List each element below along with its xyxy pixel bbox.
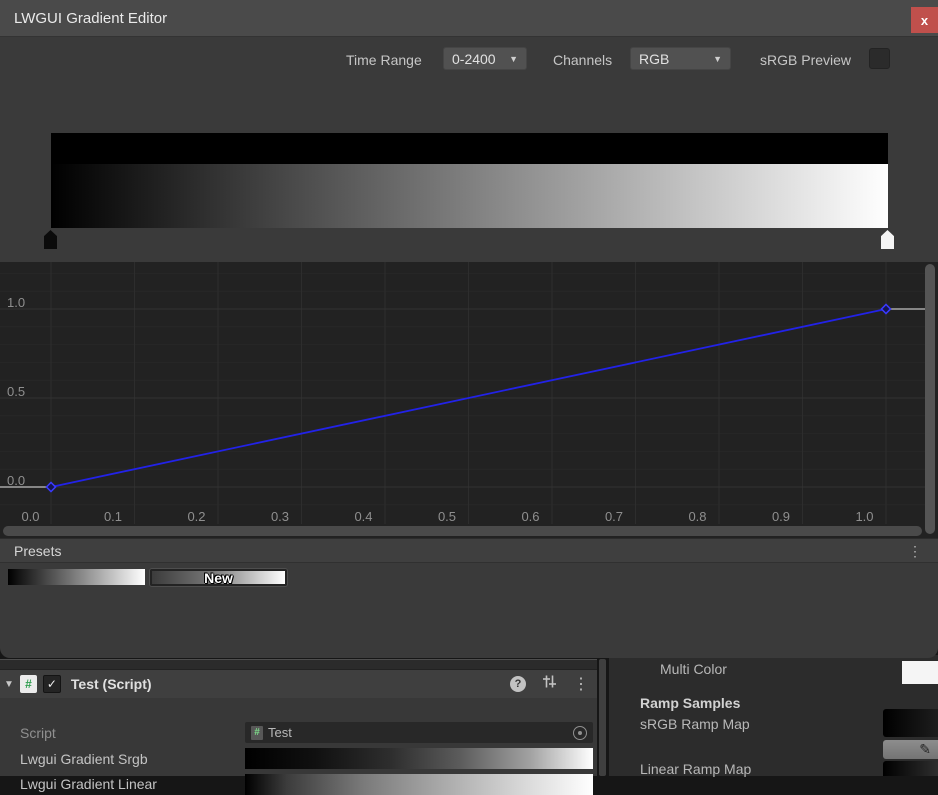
x-tick-02: 0.2 (181, 509, 213, 524)
preset-new-label: New (204, 570, 233, 586)
gradient-srgb-label: Lwgui Gradient Srgb (20, 751, 148, 767)
help-icon[interactable]: ? (510, 676, 526, 692)
srgb-ramp-map-thumbnail[interactable] (883, 709, 938, 737)
inspector-panel: ▼ # ✓ Test (Script) ? ⋮ Script # Test Lw… (0, 659, 597, 776)
csharp-script-icon: # (20, 675, 37, 693)
presets-menu-kebab-icon[interactable]: ⋮ (908, 546, 922, 556)
time-range-dropdown[interactable]: 0-2400 ▼ (443, 47, 527, 70)
edit-ramp-button[interactable]: ✎ (883, 740, 938, 759)
time-range-label: Time Range (346, 49, 422, 72)
vertical-scrollbar[interactable] (925, 264, 935, 534)
channels-value: RGB (639, 51, 669, 67)
gradient-linear-swatch[interactable] (245, 774, 593, 795)
inspector-top-strip (0, 659, 597, 670)
gradient-linear-label: Lwgui Gradient Linear (20, 776, 157, 792)
chevron-down-icon: ▼ (509, 54, 518, 64)
preset-gradient-swatch[interactable] (8, 569, 145, 585)
x-tick-07: 0.7 (598, 509, 630, 524)
script-row-label: Script (20, 725, 56, 741)
presets-title: Presets (14, 543, 61, 559)
gradient-srgb-swatch[interactable] (245, 748, 593, 769)
srgb-preview-label: sRGB Preview (760, 49, 851, 72)
inspector-vertical-scrollbar[interactable] (599, 659, 606, 776)
multi-color-label: Multi Color (660, 661, 727, 677)
gradient-key-white[interactable] (881, 230, 894, 249)
chevron-down-icon: ▼ (713, 54, 722, 64)
script-object-name: Test (268, 725, 292, 740)
linear-ramp-map-label: Linear Ramp Map (640, 761, 751, 777)
time-range-value: 0-2400 (452, 51, 496, 67)
gradient-alpha-strip[interactable] (51, 133, 888, 164)
object-picker-icon[interactable] (573, 726, 587, 740)
gradient-preview-bar[interactable] (51, 164, 888, 228)
y-tick-1: 1.0 (7, 295, 35, 310)
srgb-ramp-map-label: sRGB Ramp Map (640, 716, 750, 732)
x-tick-10: 1.0 (849, 509, 881, 524)
script-mini-icon: # (251, 726, 263, 740)
component-menu-kebab-icon[interactable]: ⋮ (573, 674, 589, 694)
pencil-icon: ✎ (919, 741, 931, 758)
x-tick-01: 0.1 (97, 509, 129, 524)
gradient-key-black[interactable] (44, 230, 57, 249)
horizontal-scrollbar[interactable] (3, 526, 922, 536)
gradient-editor-window: LWGUI Gradient Editor x Time Range 0-240… (0, 0, 938, 658)
x-tick-03: 0.3 (264, 509, 296, 524)
component-enabled-checkbox[interactable]: ✓ (43, 675, 61, 693)
x-tick-06: 0.6 (515, 509, 547, 524)
window-title: LWGUI Gradient Editor (14, 10, 167, 27)
x-tick-09: 0.9 (765, 509, 797, 524)
y-tick-05: 0.5 (7, 384, 35, 399)
channels-label: Channels (553, 49, 612, 72)
y-tick-0: 0.0 (7, 473, 35, 488)
x-tick-05: 0.5 (431, 509, 463, 524)
foldout-arrow-icon[interactable]: ▼ (4, 679, 14, 690)
presets-sliders-icon[interactable] (542, 674, 557, 694)
curve-editor[interactable]: 1.0 0.5 0.0 0.0 0.1 0.2 0.3 0.4 0.5 0.6 … (0, 262, 938, 538)
script-object-field[interactable]: # Test (245, 722, 593, 743)
channels-dropdown[interactable]: RGB ▼ (630, 47, 731, 70)
presets-header: Presets ⋮ (0, 538, 938, 563)
x-tick-00: 0.0 (15, 509, 47, 524)
component-title: Test (Script) (71, 676, 504, 692)
inspector-component-header[interactable]: ▼ # ✓ Test (Script) ? ⋮ (0, 670, 597, 698)
x-tick-08: 0.8 (682, 509, 714, 524)
linear-ramp-map-thumbnail[interactable] (883, 761, 938, 776)
multi-color-swatch[interactable] (902, 661, 938, 684)
preset-gradient-swatch-new[interactable]: New (150, 569, 287, 586)
x-tick-04: 0.4 (348, 509, 380, 524)
close-button[interactable]: x (911, 7, 938, 33)
window-titlebar[interactable]: LWGUI Gradient Editor (0, 0, 938, 37)
curve-canvas (0, 262, 938, 538)
ramp-samples-header: Ramp Samples (640, 695, 740, 711)
srgb-preview-checkbox[interactable] (869, 48, 890, 69)
